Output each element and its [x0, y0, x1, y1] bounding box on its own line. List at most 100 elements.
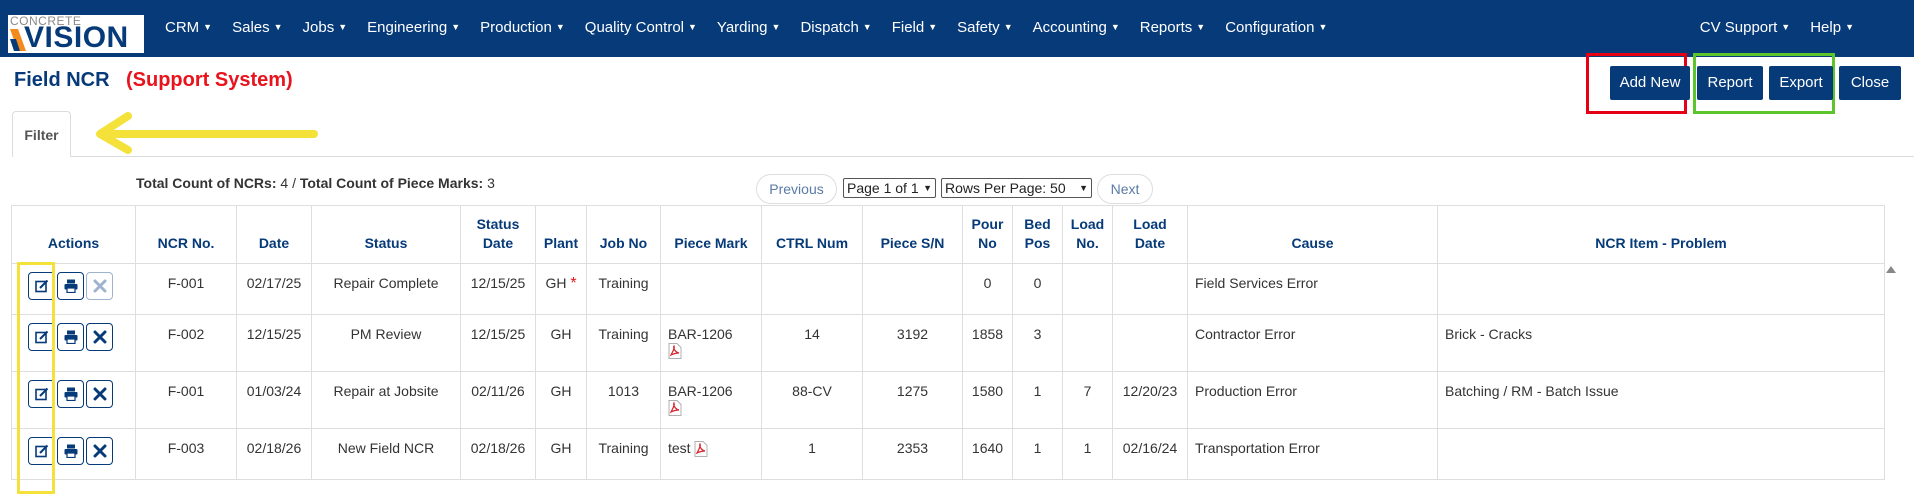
- cell-status: PM Review: [311, 314, 461, 372]
- caret-down-icon: ▼: [1003, 22, 1013, 32]
- top-navbar: CONCRETE VISION CRM ▼ Sales ▼ Jobs ▼ Engine…: [0, 0, 1914, 57]
- nav-dispatch[interactable]: Dispatch ▼: [800, 19, 871, 36]
- cell-date: 02/18/26: [236, 428, 312, 480]
- nav-production[interactable]: Production ▼: [480, 19, 565, 36]
- delete-button[interactable]: [86, 437, 113, 465]
- add-new-button[interactable]: Add New: [1610, 66, 1690, 100]
- cell-ncr-no[interactable]: F-001: [135, 263, 237, 315]
- table-row[interactable]: F-002 12/15/25 PM Review 12/15/25 GH Tra…: [11, 314, 1885, 372]
- pointer-arrow-icon: [96, 112, 318, 154]
- select-arrow-icon: ▼: [923, 183, 932, 193]
- header-ctrl-num[interactable]: CTRL Num: [761, 205, 863, 264]
- cell-date: 12/15/25: [236, 314, 312, 372]
- cell-bed-pos: 1: [1012, 428, 1063, 480]
- cell-problem: Batching / RM - Batch Issue: [1437, 371, 1885, 429]
- scroll-up-icon[interactable]: [1886, 266, 1896, 273]
- caret-down-icon: ▼: [203, 22, 213, 32]
- table-header-row: Actions NCR No. Date Status Status Date P…: [11, 205, 1885, 264]
- header-piece-sn[interactable]: Piece S/N: [862, 205, 963, 264]
- nav-configuration[interactable]: Configuration ▼: [1225, 19, 1327, 36]
- delete-button[interactable]: [86, 380, 113, 408]
- cell-load-date: [1112, 314, 1188, 372]
- header-status[interactable]: Status: [311, 205, 461, 264]
- cell-piece-sn: [862, 263, 963, 315]
- print-button[interactable]: [57, 323, 84, 351]
- page-select[interactable]: Page 1 of 1 ▼: [843, 178, 936, 198]
- nav-engineering[interactable]: Engineering ▼: [367, 19, 460, 36]
- close-button[interactable]: Close: [1839, 66, 1901, 100]
- nav-reports[interactable]: Reports ▼: [1140, 19, 1205, 36]
- header-status-date[interactable]: Status Date: [460, 205, 536, 264]
- cell-cause: Contractor Error: [1187, 314, 1438, 372]
- cell-job-no: Training: [586, 263, 661, 315]
- cell-piece-mark: BAR-1206: [660, 371, 762, 429]
- header-load-no[interactable]: Load No.: [1062, 205, 1113, 264]
- header-piece-mark[interactable]: Piece Mark: [660, 205, 762, 264]
- caret-down-icon: ▼: [1196, 22, 1206, 32]
- page-select-value: Page 1 of 1: [847, 180, 919, 196]
- table-row[interactable]: F-001 01/03/24 Repair at Jobsite 02/11/2…: [11, 371, 1885, 429]
- header-problem[interactable]: NCR Item - Problem: [1437, 205, 1885, 264]
- nav-cv-support[interactable]: CV Support ▼: [1700, 19, 1790, 36]
- cell-ncr-no[interactable]: F-003: [135, 428, 237, 480]
- nav-jobs[interactable]: Jobs ▼: [303, 19, 348, 36]
- previous-page-button[interactable]: Previous: [756, 174, 837, 204]
- nav-sales[interactable]: Sales ▼: [232, 19, 282, 36]
- header-pour-no[interactable]: Pour No: [962, 205, 1013, 264]
- cell-bed-pos: 0: [1012, 263, 1063, 315]
- caret-down-icon: ▼: [862, 22, 872, 32]
- delete-button[interactable]: [86, 272, 113, 300]
- cell-piece-sn: 3192: [862, 314, 963, 372]
- header-cause[interactable]: Cause: [1187, 205, 1438, 264]
- delete-button[interactable]: [86, 323, 113, 351]
- caret-down-icon: ▼: [451, 22, 461, 32]
- header-job-no[interactable]: Job No: [586, 205, 661, 264]
- cell-load-no: 1: [1062, 428, 1113, 480]
- table-row[interactable]: F-001 02/17/25 Repair Complete 12/15/25 …: [11, 263, 1885, 315]
- print-button[interactable]: [57, 272, 84, 300]
- header-load-date[interactable]: Load Date: [1112, 205, 1188, 264]
- print-icon: [64, 387, 78, 401]
- tab-divider: [71, 156, 1914, 157]
- pdf-icon[interactable]: [668, 400, 682, 417]
- count-separator: /: [288, 175, 300, 191]
- caret-down-icon: ▼: [928, 22, 938, 32]
- print-button[interactable]: [57, 437, 84, 465]
- print-button[interactable]: [57, 380, 84, 408]
- cell-cause: Field Services Error: [1187, 263, 1438, 315]
- report-button[interactable]: Report: [1697, 66, 1763, 100]
- nav-accounting[interactable]: Accounting ▼: [1033, 19, 1120, 36]
- caret-down-icon: ▼: [688, 22, 697, 32]
- cell-bed-pos: 1: [1012, 371, 1063, 429]
- cell-status: Repair Complete: [311, 263, 461, 315]
- cell-piece-mark: [660, 263, 762, 315]
- cell-ncr-no[interactable]: F-002: [135, 314, 237, 372]
- cell-pour-no: 1640: [962, 428, 1013, 480]
- pdf-icon[interactable]: [694, 441, 708, 458]
- cell-problem: [1437, 428, 1885, 480]
- nav-crm[interactable]: CRM ▼: [165, 19, 212, 36]
- nav-safety[interactable]: Safety ▼: [957, 19, 1012, 36]
- cell-pour-no: 1580: [962, 371, 1013, 429]
- header-date[interactable]: Date: [236, 205, 312, 264]
- pdf-icon[interactable]: [668, 343, 682, 360]
- nav-field[interactable]: Field ▼: [892, 19, 937, 36]
- export-button[interactable]: Export: [1769, 66, 1833, 100]
- nav-quality-control[interactable]: Quality Control ▼: [585, 19, 697, 36]
- concrete-vision-logo[interactable]: CONCRETE VISION: [8, 15, 144, 53]
- nav-yarding[interactable]: Yarding ▼: [717, 19, 781, 36]
- header-plant[interactable]: Plant: [535, 205, 587, 264]
- rows-per-page-select[interactable]: Rows Per Page: 50 ▼: [941, 178, 1092, 198]
- header-bed-pos[interactable]: Bed Pos: [1012, 205, 1063, 264]
- cell-ctrl-num: [761, 263, 863, 315]
- cell-problem: [1437, 263, 1885, 315]
- print-icon: [64, 279, 78, 293]
- tab-filter[interactable]: Filter: [12, 111, 71, 157]
- next-page-button[interactable]: Next: [1097, 174, 1153, 204]
- cell-ncr-no[interactable]: F-001: [135, 371, 237, 429]
- header-ncr-no[interactable]: NCR No.: [135, 205, 237, 264]
- cell-piece-sn: 1275: [862, 371, 963, 429]
- cell-ctrl-num: 88-CV: [761, 371, 863, 429]
- table-row[interactable]: F-003 02/18/26 New Field NCR 02/18/26 GH…: [11, 428, 1885, 480]
- nav-help[interactable]: Help ▼: [1810, 19, 1854, 36]
